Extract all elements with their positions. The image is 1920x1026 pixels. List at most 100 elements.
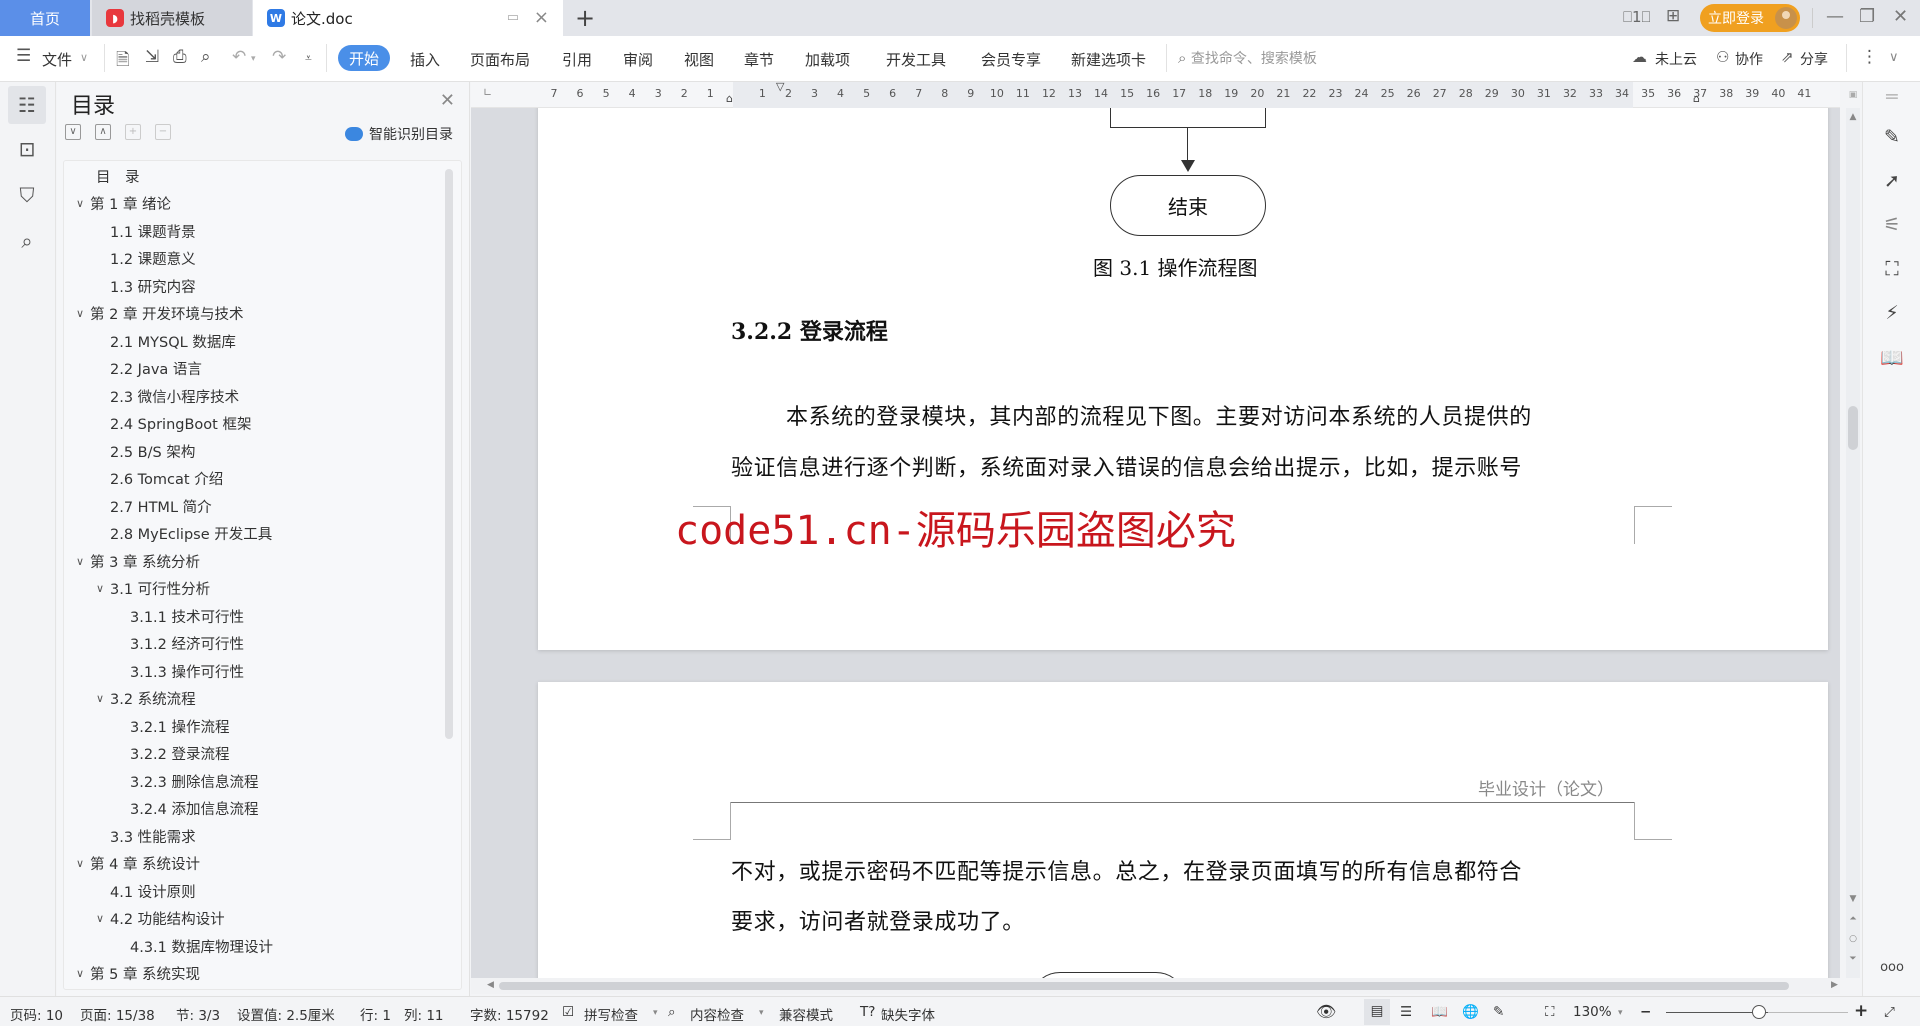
collaborate-button[interactable]: 协作 bbox=[1735, 49, 1763, 69]
toc-item[interactable]: 2.5 B/S 架构 bbox=[90, 438, 195, 464]
horizontal-scrollbar-thumb[interactable] bbox=[499, 982, 1789, 990]
left-indent-marker-icon[interactable]: ⌂ bbox=[726, 92, 733, 105]
toc-item[interactable]: 2.1 MYSQL 数据库 bbox=[90, 328, 236, 354]
scroll-down-arrow-icon[interactable]: ▼ bbox=[1848, 894, 1858, 904]
spell-check-button[interactable]: 拼写检查 bbox=[584, 1004, 638, 1024]
bookmark-icon[interactable]: ⛉ bbox=[8, 176, 46, 214]
fit-page-icon[interactable]: ⛶ bbox=[1545, 1004, 1554, 1020]
toc-item[interactable]: 3.2.4 添加信息流程 bbox=[110, 796, 259, 822]
cloud-icon[interactable]: ☁ bbox=[1632, 48, 1647, 66]
vertical-scrollbar-thumb[interactable] bbox=[1848, 406, 1858, 450]
page-view-icon[interactable]: ▤ bbox=[1364, 999, 1390, 1025]
toc-item[interactable]: ∨ 第 2 章 开发环境与技术 bbox=[70, 301, 244, 327]
expand-all-icon[interactable]: ∨ bbox=[65, 124, 81, 140]
section-indicator[interactable]: 节: 3/3 bbox=[176, 1004, 220, 1024]
ribbon-tab-review[interactable]: 审阅 bbox=[623, 49, 653, 70]
cloud-status-button[interactable]: 未上云 bbox=[1655, 49, 1697, 69]
hamburger-menu-icon[interactable]: ☰ bbox=[16, 46, 31, 66]
undo-dropdown-icon[interactable]: ▾ bbox=[251, 54, 256, 64]
eye-protection-icon[interactable]: 👁 bbox=[1316, 1002, 1336, 1021]
undo-icon[interactable]: ↶ bbox=[232, 47, 246, 67]
ai-assistant-icon[interactable]: ⚡ bbox=[1877, 302, 1907, 332]
toc-item[interactable]: ∨ 3.1 可行性分析 bbox=[90, 576, 210, 602]
page-count[interactable]: 页面: 15/38 bbox=[80, 1004, 155, 1024]
select-cursor-icon[interactable]: ➚ bbox=[1877, 170, 1907, 200]
chevron-down-icon[interactable]: ∨ bbox=[90, 912, 110, 925]
previous-page-icon[interactable]: ⏶ bbox=[1848, 914, 1858, 924]
print-icon[interactable]: ⎙ bbox=[173, 47, 187, 67]
chevron-down-icon[interactable]: ∨ bbox=[90, 582, 110, 595]
zoom-in-button[interactable]: + bbox=[1854, 1001, 1868, 1021]
content-check-button[interactable]: 内容检查 bbox=[690, 1004, 744, 1024]
content-check-icon[interactable]: ⌕ bbox=[668, 1004, 676, 1020]
toc-item[interactable]: 3.2.1 操作流程 bbox=[110, 713, 230, 739]
toc-item[interactable]: 1.1 课题背景 bbox=[90, 218, 196, 244]
first-line-indent-marker-icon[interactable]: ▽ bbox=[776, 80, 784, 93]
word-count[interactable]: 字数: 15792 bbox=[470, 1004, 549, 1024]
restore-button[interactable]: ❐ bbox=[1859, 6, 1875, 27]
tab-stop-selector-icon[interactable]: ∟ bbox=[483, 86, 492, 99]
ribbon-tab-view[interactable]: 视图 bbox=[684, 49, 714, 70]
export-pdf-icon[interactable]: ⇲ bbox=[145, 47, 159, 67]
column-indicator[interactable]: 列: 11 bbox=[404, 1004, 444, 1024]
ribbon-tab-chapter[interactable]: 章节 bbox=[744, 49, 774, 70]
select-browse-object-icon[interactable]: ○ bbox=[1848, 934, 1858, 944]
toc-item[interactable]: 3.2.3 删除信息流程 bbox=[110, 768, 259, 794]
toc-item[interactable]: 4.1 设计原则 bbox=[90, 878, 196, 904]
collapse-all-icon[interactable]: ∧ bbox=[95, 124, 111, 140]
right-indent-marker-icon[interactable]: ⌂ bbox=[1693, 92, 1700, 105]
chevron-down-icon[interactable]: ∨ bbox=[70, 197, 90, 210]
chevron-down-icon[interactable]: ∨ bbox=[70, 307, 90, 320]
toc-item[interactable]: 目 录 bbox=[70, 163, 140, 189]
more-tools-icon[interactable]: ooo bbox=[1877, 960, 1907, 990]
chevron-down-icon[interactable]: ∨ bbox=[70, 555, 90, 568]
tab-document[interactable]: W 论文.doc ▭ × bbox=[253, 0, 563, 36]
share-icon[interactable]: ⇗ bbox=[1781, 48, 1794, 66]
vertical-scrollbar[interactable]: ▣ ▲ ▼ ⏶ ○ ⏷ bbox=[1846, 90, 1860, 978]
panel-handle-icon[interactable]: ═ bbox=[1877, 86, 1907, 116]
toc-item[interactable]: ∨ 第 4 章 系统设计 bbox=[70, 851, 200, 877]
minimize-button[interactable]: — bbox=[1826, 6, 1844, 27]
toc-item[interactable]: ∨ 第 3 章 系统分析 bbox=[70, 548, 200, 574]
toc-item[interactable]: ∨ 3.2 系统流程 bbox=[90, 686, 196, 712]
smart-toc-button[interactable]: 智能识别目录 bbox=[345, 124, 453, 144]
demote-level-icon[interactable]: − bbox=[155, 124, 171, 140]
horizontal-scrollbar[interactable]: ◀ ▶ bbox=[471, 978, 1840, 994]
redo-icon[interactable]: ↷ bbox=[272, 47, 286, 67]
ribbon-tab-developer[interactable]: 开发工具 bbox=[886, 49, 946, 70]
line-indicator[interactable]: 行: 1 bbox=[360, 1004, 391, 1024]
toc-item[interactable]: ∨ 4.2 功能结构设计 bbox=[90, 906, 225, 932]
ribbon-tab-new[interactable]: 新建选项卡 bbox=[1071, 49, 1146, 70]
tab-home[interactable]: 首页 bbox=[0, 0, 90, 36]
toc-item[interactable]: 1.3 研究内容 bbox=[90, 273, 196, 299]
toc-item[interactable]: 3.3 性能需求 bbox=[90, 823, 196, 849]
ribbon-tab-member[interactable]: 会员专享 bbox=[981, 49, 1041, 70]
fullscreen-icon[interactable]: ⤢ bbox=[1884, 1004, 1895, 1020]
scroll-up-arrow-icon[interactable]: ▲ bbox=[1848, 112, 1858, 122]
close-window-button[interactable]: ✕ bbox=[1893, 6, 1908, 27]
ribbon-tab-start[interactable]: 开始 bbox=[338, 45, 390, 71]
chapter-nav-icon[interactable]: ⊡ bbox=[8, 130, 46, 168]
toc-item[interactable]: ∨ 第 5 章 系统实现 bbox=[70, 961, 200, 987]
pen-edit-icon[interactable]: ✎ bbox=[1877, 126, 1907, 156]
apps-grid-icon[interactable]: ⊞ bbox=[1666, 6, 1680, 26]
toc-item[interactable]: 3.1.1 技术可行性 bbox=[110, 603, 244, 629]
toc-item[interactable]: 2.8 MyEclipse 开发工具 bbox=[90, 521, 272, 547]
toc-item[interactable]: 2.6 Tomcat 介绍 bbox=[90, 466, 223, 492]
chevron-down-icon[interactable]: ▾ bbox=[1618, 1008, 1623, 1018]
pen-mode-icon[interactable]: ✎ bbox=[1493, 1004, 1504, 1020]
ribbon-tab-insert[interactable]: 插入 bbox=[410, 49, 440, 70]
ribbon-tab-page-layout[interactable]: 页面布局 bbox=[470, 49, 530, 70]
toc-panel-icon[interactable]: ☷ bbox=[8, 86, 46, 124]
scroll-right-arrow-icon[interactable]: ▶ bbox=[1831, 980, 1838, 990]
save-icon[interactable]: 🗎 bbox=[116, 47, 130, 76]
toc-item[interactable]: 4.3.1 数据库物理设计 bbox=[110, 933, 273, 959]
chevron-down-icon[interactable]: ∨ bbox=[70, 857, 90, 870]
next-page-icon[interactable]: ⏷ bbox=[1848, 954, 1858, 964]
command-search-input[interactable]: ⌕ 查找命令、搜索模板 bbox=[1178, 48, 1317, 68]
ruler-toggle-icon[interactable]: ▣ bbox=[1848, 90, 1858, 100]
ribbon-tab-references[interactable]: 引用 bbox=[562, 49, 592, 70]
chevron-down-icon[interactable]: ∨ bbox=[70, 967, 90, 980]
image-gallery-icon[interactable]: ⛶ bbox=[1877, 258, 1907, 288]
toc-scrollbar-thumb[interactable] bbox=[445, 169, 453, 739]
